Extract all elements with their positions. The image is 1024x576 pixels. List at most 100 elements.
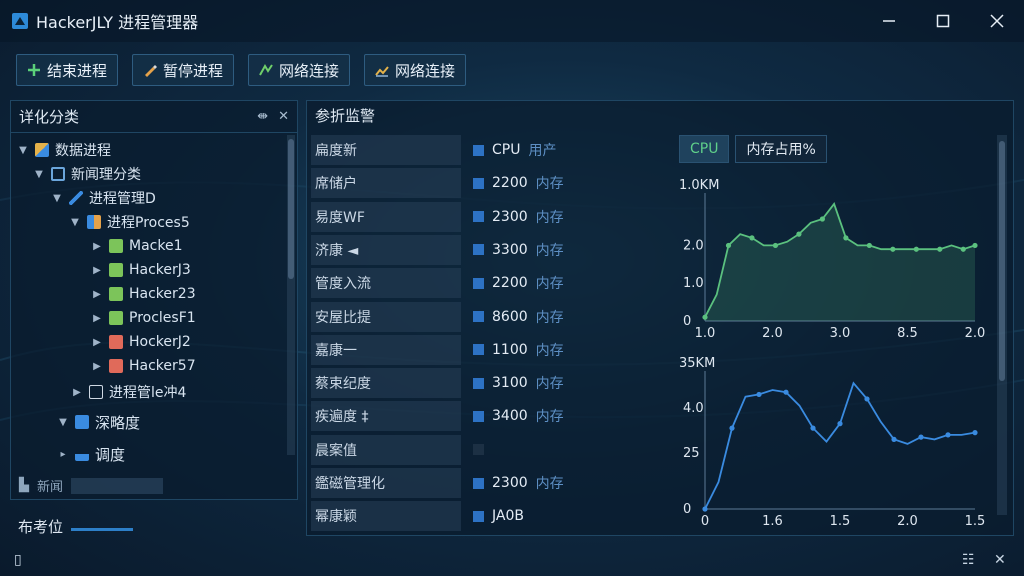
chevron-right-icon[interactable]: ▶ xyxy=(91,337,103,348)
table-row[interactable]: 嘉康一 1100 内存 xyxy=(311,334,671,365)
details-scrollbar-thumb[interactable] xyxy=(999,141,1005,381)
cpu-y-tick: 0 xyxy=(683,314,691,329)
table-row[interactable]: 席储户 2200 内存 xyxy=(311,168,671,199)
tree-node-process-6[interactable]: ▶ Hacker57 xyxy=(91,355,195,377)
row-unit: 内存 xyxy=(535,309,564,326)
row-name: 济康 ◄ xyxy=(311,234,461,265)
chevron-right-icon[interactable]: ▸ xyxy=(57,449,69,460)
status-square-icon xyxy=(473,444,484,456)
row-name: 幂康颖 xyxy=(311,501,461,532)
cpu-data-point xyxy=(749,235,755,241)
close-button[interactable] xyxy=(970,0,1024,42)
tree-node-schedule[interactable]: ▸ 调度 xyxy=(57,443,125,465)
mem-data-point xyxy=(891,436,897,442)
tree-node-process-1[interactable]: ▶ Macke1 xyxy=(91,235,182,257)
book-icon[interactable]: ▯ xyxy=(14,552,22,568)
network-connections-button[interactable]: 网络连接 xyxy=(248,54,351,86)
chevron-right-icon[interactable]: ▶ xyxy=(91,361,103,372)
chevron-right-icon[interactable]: ▶ xyxy=(71,387,83,398)
table-row[interactable]: 安屋比提 8600 内存 xyxy=(311,301,671,332)
cpu-data-point xyxy=(796,231,802,237)
maximize-button[interactable] xyxy=(916,0,970,42)
chevron-right-icon[interactable]: ▶ xyxy=(91,265,103,276)
tree-scrollbar[interactable] xyxy=(287,135,295,455)
end-process-button[interactable]: 结束进程 xyxy=(16,54,119,86)
tab-cpu[interactable]: CPU xyxy=(679,135,730,163)
details-scrollbar[interactable] xyxy=(997,135,1007,515)
row-unit: 内存 xyxy=(535,409,564,426)
tree-node-process-manager-4[interactable]: ▶ 进程管le冲4 xyxy=(71,381,186,403)
tree-node-depth[interactable]: ▼ 深略度 xyxy=(57,411,140,433)
footer-input[interactable] xyxy=(71,477,164,494)
row-value: 2200 内存 xyxy=(473,173,564,193)
network-connections-label: 网络连接 xyxy=(279,61,340,80)
tree-node-process-group[interactable]: ▼ 进程Proces5 xyxy=(69,211,190,233)
pause-process-button[interactable]: 暂停进程 xyxy=(132,54,235,86)
chevron-down-icon[interactable]: ▼ xyxy=(51,193,63,204)
cpu-x-tick: 1.0 xyxy=(695,326,716,341)
close-icon[interactable]: ✕ xyxy=(278,109,289,124)
process-icon xyxy=(109,311,123,325)
close-icon xyxy=(990,14,1004,28)
mem-data-point xyxy=(972,430,978,436)
row-value: 3400 内存 xyxy=(473,406,564,426)
tree-node-process-4[interactable]: ▶ ProclesF1 xyxy=(91,307,196,329)
details-panel: 参折监警 扁度新 CPU 用产 席储户 2200 内存 易度WF 2300 内存 济康 ◄ 3300… xyxy=(306,100,1014,536)
list-icon: ▙ xyxy=(19,478,29,493)
mem-data-point xyxy=(945,432,951,438)
cpu-data-point xyxy=(702,314,708,320)
cpu-data-point xyxy=(772,242,779,249)
table-row[interactable]: 晨案值 xyxy=(311,434,671,465)
chevron-right-icon[interactable]: ▶ xyxy=(91,241,103,252)
tree-node-data-process[interactable]: ▼ 数据进程 xyxy=(17,139,111,161)
status-square-icon xyxy=(473,510,484,522)
table-row[interactable]: 蔡束纪度 3100 内存 xyxy=(311,368,671,399)
cpu-x-tick: 3.0 xyxy=(830,326,851,341)
cpu-data-point xyxy=(960,246,966,252)
title-bar: HackerJLY 进程管理器 xyxy=(0,0,1024,42)
tree-node-process-manager[interactable]: ▼ 进程管理D xyxy=(51,187,156,209)
table-row[interactable]: 易度WF 2300 内存 xyxy=(311,201,671,232)
details-panel-header: 参折监警 xyxy=(307,101,1013,129)
row-name: 扁度新 xyxy=(311,135,461,165)
footer-label: 新闻 xyxy=(37,480,64,495)
minimize-button[interactable] xyxy=(862,0,916,42)
pin-icon[interactable]: ⇼ xyxy=(257,109,268,124)
toolbar: 结束进程 暂停进程 网络连接 网络连接 xyxy=(16,54,467,86)
table-row[interactable]: 管度入流 2200 内存 xyxy=(311,268,671,299)
row-value xyxy=(473,444,500,456)
category-panel-header: 详化分类 ⇼ ✕ xyxy=(11,101,297,133)
chevron-right-icon[interactable]: ▶ xyxy=(91,289,103,300)
table-row[interactable]: 鑑磁管理化 2300 内存 xyxy=(311,468,671,498)
status-square-icon xyxy=(473,177,484,189)
table-row[interactable]: 疾遍度 ‡ 3400 内存 xyxy=(311,401,671,432)
pin-icon[interactable]: ✕ xyxy=(994,552,1006,568)
tab-memory[interactable]: 内存占用% xyxy=(735,135,827,163)
chevron-right-icon[interactable]: ▶ xyxy=(91,313,103,324)
chevron-down-icon[interactable]: ▼ xyxy=(57,417,69,428)
tree-node-category[interactable]: ▼ 新闻理分类 xyxy=(33,163,141,185)
row-unit: 内存 xyxy=(535,176,564,193)
table-row[interactable]: 扁度新 CPU 用产 xyxy=(311,135,671,165)
table-row[interactable]: 幂康颖 JA0B xyxy=(311,501,671,532)
tree-node-process-5[interactable]: ▶ HockerJ2 xyxy=(91,331,191,353)
tree-scrollbar-thumb[interactable] xyxy=(288,139,294,279)
network-connections-2-button[interactable]: 网络连接 xyxy=(364,54,467,86)
chevron-down-icon[interactable]: ▼ xyxy=(69,217,81,228)
tree-node-process-3[interactable]: ▶ Hacker23 xyxy=(91,283,195,305)
row-unit: 内存 xyxy=(535,342,564,359)
settings-icon[interactable]: ☷ xyxy=(962,552,975,568)
process-icon xyxy=(109,287,123,301)
row-value: 8600 内存 xyxy=(473,307,564,327)
cpu-y-tick: 1.0 xyxy=(683,276,704,291)
row-name: 安屋比提 xyxy=(311,301,461,332)
table-row[interactable]: 济康 ◄ 3300 内存 xyxy=(311,234,671,265)
chevron-down-icon[interactable]: ▼ xyxy=(17,145,29,156)
tree-node-process-2[interactable]: ▶ HackerJ3 xyxy=(91,259,191,281)
row-name: 嘉康一 xyxy=(311,334,461,365)
mem-data-point xyxy=(783,389,789,395)
chevron-down-icon[interactable]: ▼ xyxy=(33,169,45,180)
mem-y-tick: 4.0 xyxy=(683,401,704,416)
cpu-data-point xyxy=(819,216,825,222)
row-value-text: 3300 xyxy=(492,241,528,258)
